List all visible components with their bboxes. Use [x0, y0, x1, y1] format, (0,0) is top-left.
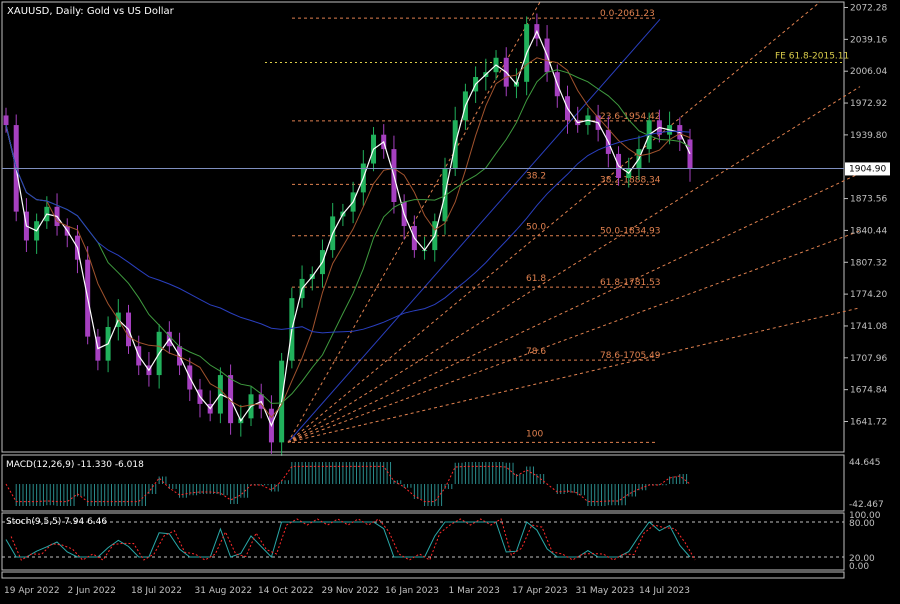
fib-level-label: 78.6-1705.49: [600, 351, 661, 361]
price-tick-label: 1807.32: [850, 258, 887, 268]
ma-medium-line: [5, 57, 691, 419]
fib-level-label: 61.8-1781.53: [600, 278, 661, 288]
time-tick-label: 1 Mar 2023: [449, 586, 500, 596]
price-tick-label: 1873.56: [850, 195, 887, 205]
fib-fan-label: 61.8: [526, 274, 546, 284]
moving-averages: [5, 29, 691, 428]
candle-body: [687, 139, 693, 169]
main-pane-frame: [1, 1, 845, 453]
price-tick-label: 1939.80: [850, 131, 887, 141]
macd-label: MACD(12,26,9) -11.330 -6.018: [6, 460, 144, 470]
time-tick-label: 18 Jul 2022: [131, 586, 182, 596]
price-tick-label: 1774.20: [850, 290, 887, 300]
price-tick-label: 1972.92: [850, 99, 887, 109]
time-tick-label: 2 Jun 2022: [68, 586, 116, 596]
bottom-indicator-strip: [1, 571, 845, 579]
price-tick-label: 2006.04: [850, 67, 887, 77]
stoch-label: Stoch(9,5,5) 7.94 6.46: [6, 517, 107, 527]
fib-fan-label: 78.6: [526, 347, 546, 357]
stoch-axis-0: 0.00: [849, 562, 869, 572]
main-price-pane: 0.0-2061.2323.6-1954.4238.2-1888.3450.0-…: [1, 1, 861, 456]
fibonacci-expansion-label: FE 61.8-2015.11: [775, 51, 849, 61]
stoch-signal-line: [10, 518, 696, 561]
macd-pane: MACD(12,26,9) -11.330 -6.018 44.645 -42.…: [1, 454, 884, 512]
macd-axis-bottom: -42.467: [849, 500, 884, 510]
price-tick-label: 1674.84: [850, 386, 887, 396]
time-axis: 19 Apr 2022 2 Jun 2022 18 Jul 2022 31 Aug 2…: [4, 586, 690, 596]
fib-fan-line: [287, 1, 821, 443]
time-tick-label: 17 Apr 2023: [512, 586, 568, 596]
time-tick-label: 31 May 2023: [576, 586, 635, 596]
fib-level-label: 50.0-1834.93: [600, 227, 661, 237]
fib-fan-label: 100: [526, 429, 543, 439]
price-tick-label: 1707.96: [850, 354, 887, 364]
ma-fast-line: [5, 29, 691, 428]
fibonacci-retracement: 0.0-2061.2323.6-1954.4238.2-1888.3450.0-…: [292, 9, 661, 443]
time-tick-label: 29 Nov 2022: [322, 586, 380, 596]
fib-fan-line: [287, 230, 861, 443]
stoch-axis-80: 80.00: [849, 519, 875, 529]
time-tick-label: 19 Apr 2022: [4, 586, 60, 596]
price-chart[interactable]: 0.0-2061.2323.6-1954.4238.2-1888.3450.0-…: [0, 0, 900, 600]
fib-fan-label: 50.0: [526, 223, 546, 233]
macd-signal-line: [5, 465, 691, 503]
chart-title: XAUUSD, Daily: Gold vs US Dollar: [7, 6, 175, 17]
chart-window[interactable]: 0.0-2061.23 23.6-1954.42 38.2-1888.34 50.0-…: [0, 0, 900, 600]
fib-fan-label: 38.2: [526, 171, 546, 181]
price-tick-label: 2072.28: [850, 4, 887, 14]
time-tick-label: 31 Aug 2022: [195, 586, 253, 596]
price-axis: 2072.28 2039.16 2006.04 1972.92 1939.80 1873.…: [844, 4, 887, 428]
price-tick-label: 1641.72: [850, 418, 887, 428]
stochastic-pane: Stoch(9,5,5) 7.94 6.46 100.00 80.00 20.0…: [1, 511, 881, 572]
fib-fan-line: [287, 172, 861, 443]
price-tick-label: 2039.16: [850, 35, 887, 45]
fib-level-label: 0.0-2061.23: [600, 9, 655, 19]
time-tick-label: 16 Jan 2023: [385, 586, 439, 596]
price-tick-label: 1840.44: [850, 226, 887, 236]
time-tick-label: 14 Oct 2022: [258, 586, 314, 596]
fib-fan-line: [287, 307, 861, 443]
fibonacci-fan: [287, 1, 861, 443]
price-tick-label: 1741.08: [850, 322, 887, 332]
candle-body: [3, 115, 9, 126]
macd-axis-top: 44.645: [849, 458, 881, 468]
time-tick-label: 14 Jul 2023: [639, 586, 690, 596]
candlesticks: [3, 13, 693, 456]
current-price-badge: 1904.90: [849, 164, 886, 174]
